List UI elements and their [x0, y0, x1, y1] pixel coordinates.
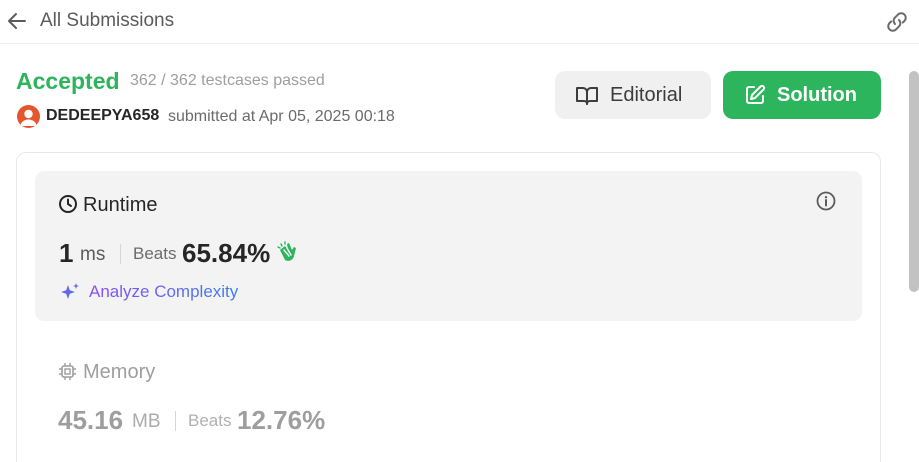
all-submissions-link[interactable]: All Submissions	[40, 10, 174, 32]
runtime-beats-value: 65.84%	[182, 238, 271, 268]
memory-unit: MB	[132, 411, 161, 432]
divider	[175, 411, 176, 431]
info-icon[interactable]	[815, 190, 837, 212]
clock-icon	[58, 194, 78, 214]
divider	[120, 244, 121, 264]
runtime-beats-label: Beats	[133, 244, 177, 263]
runtime-title: Runtime	[83, 194, 158, 216]
runtime-value: 1	[59, 238, 74, 268]
editorial-label: Editorial	[610, 83, 683, 106]
top-bar: All Submissions	[0, 0, 919, 44]
memory-value: 45.16	[58, 405, 124, 435]
book-icon	[576, 87, 598, 105]
runtime-unit: ms	[80, 244, 106, 265]
scrollbar-thumb[interactable]	[909, 71, 919, 292]
testcases-passed: 362 / 362 testcases passed	[130, 72, 325, 89]
username[interactable]: DEDEEPYA658	[46, 107, 159, 125]
solution-label: Solution	[777, 83, 857, 106]
sparkle-icon	[59, 281, 81, 303]
clapping-hands-icon	[276, 241, 300, 265]
analyze-complexity-link[interactable]: Analyze Complexity	[89, 282, 238, 302]
edit-icon	[746, 84, 766, 104]
memory-title: Memory	[83, 361, 156, 383]
editorial-button[interactable]: Editorial	[555, 71, 711, 119]
chip-icon	[58, 362, 77, 381]
avatar[interactable]	[17, 105, 40, 128]
submitted-timestamp: submitted at Apr 05, 2025 00:18	[168, 108, 395, 125]
link-icon[interactable]	[884, 9, 910, 35]
arrow-left-icon[interactable]	[6, 10, 28, 32]
memory-beats-label: Beats	[188, 411, 232, 430]
memory-beats-value: 12.76%	[237, 405, 326, 435]
solution-button[interactable]: Solution	[723, 71, 881, 119]
submission-status: Accepted	[16, 68, 120, 94]
